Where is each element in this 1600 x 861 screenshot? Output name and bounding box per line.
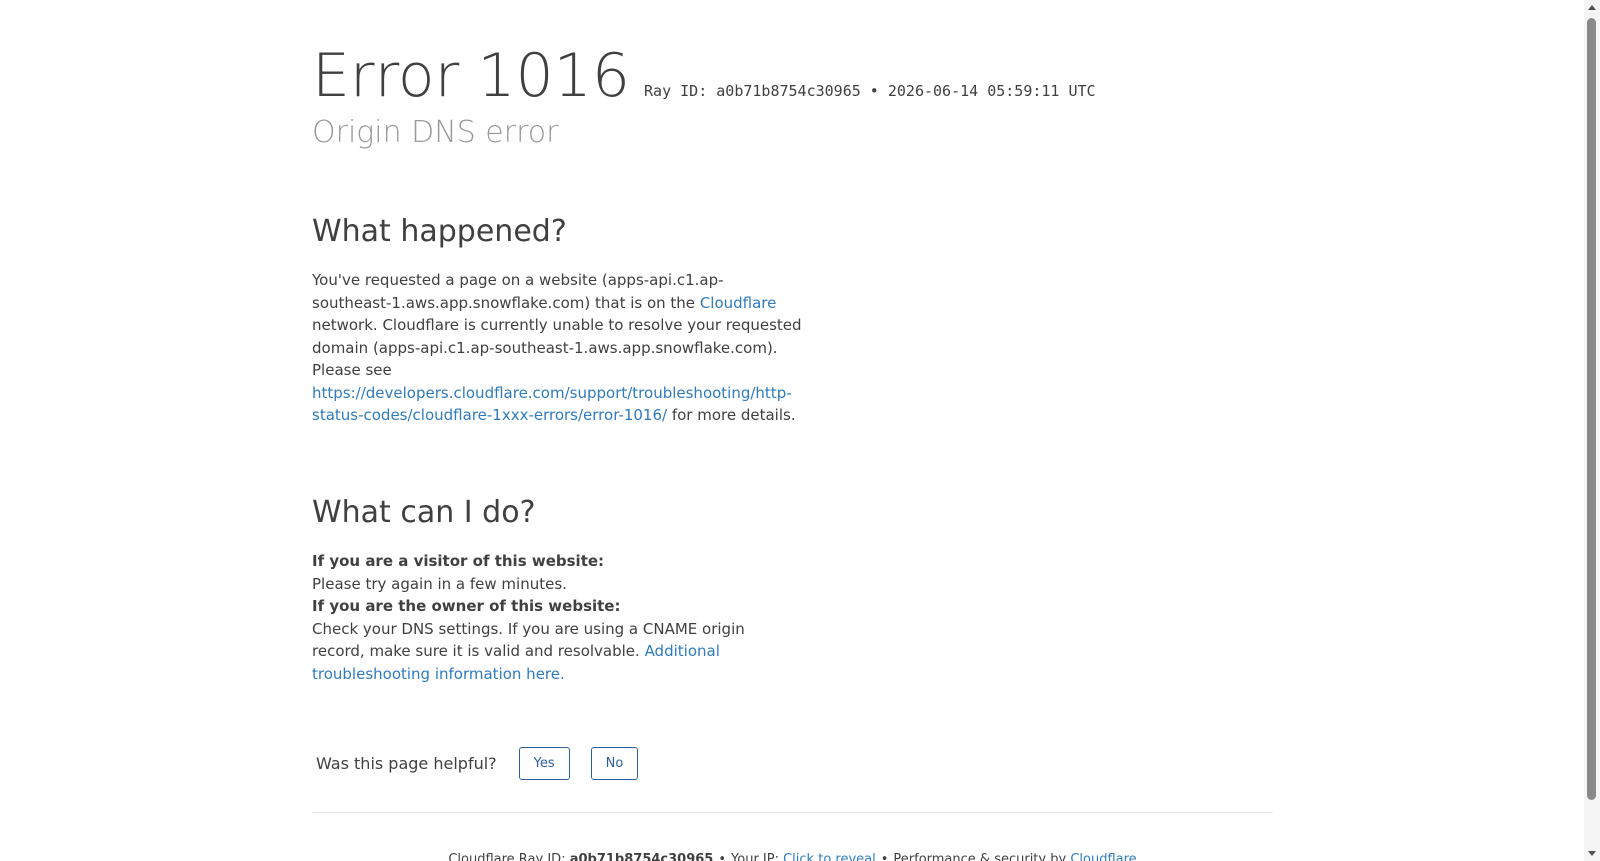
- footer-divider: [312, 812, 1273, 813]
- what-happened-text: You've requested a page on a website (ap…: [312, 269, 802, 427]
- footer-ip-label: Your IP:: [731, 852, 779, 861]
- what-happened-text-part1: You've requested a page on a website (ap…: [312, 271, 724, 312]
- feedback-no-button[interactable]: No: [590, 747, 639, 780]
- footer-perf-label: Performance & security by: [893, 852, 1067, 861]
- what-can-i-do-heading: What can I do?: [312, 495, 536, 530]
- more-details-text: for more details.: [667, 406, 796, 424]
- footer-ray-value: a0b71b8754c30965: [569, 852, 714, 861]
- footer-cloudflare-link[interactable]: Cloudflare: [1070, 852, 1136, 861]
- error-title: Error 1016: [312, 40, 630, 112]
- error-header: Error 1016 Ray ID: a0b71b8754c30965 • 2026…: [312, 40, 1096, 112]
- cloudflare-link[interactable]: Cloudflare: [700, 294, 777, 312]
- owner-text: Check your DNS settings. If you are usin…: [312, 618, 802, 686]
- what-can-i-do-section: What can I do? If you are a visitor of t…: [312, 494, 802, 685]
- error-subtitle: Origin DNS error: [312, 115, 559, 150]
- timestamp: 2026-06-14 05:59:11 UTC: [887, 82, 1096, 100]
- what-happened-text-part2: network. Cloudflare is currently unable …: [312, 316, 802, 357]
- error-word: Error: [312, 41, 460, 111]
- scrollbar-thumb[interactable]: [1587, 18, 1596, 800]
- feedback-question: Was this page helpful?: [316, 754, 497, 773]
- ray-id-header: Ray ID: a0b71b8754c30965 • 2026-06-14 05…: [644, 82, 1096, 100]
- scroll-up-arrow-icon[interactable]: [1588, 5, 1596, 10]
- ray-id-label: Ray ID: a0b71b8754c30965 •: [644, 82, 879, 100]
- footer-separator: •: [718, 852, 727, 861]
- footer-ray-label: Cloudflare Ray ID:: [448, 852, 566, 861]
- what-happened-heading: What happened?: [312, 214, 567, 249]
- owner-heading: If you are the owner of this website:: [312, 597, 621, 615]
- feedback-widget: Was this page helpful? Yes No: [316, 747, 659, 780]
- error-code: 1016: [477, 41, 631, 111]
- footer-separator: •: [880, 852, 889, 861]
- reveal-ip-link[interactable]: Click to reveal: [783, 852, 876, 861]
- scroll-down-arrow-icon[interactable]: [1588, 851, 1596, 856]
- error-page: Error 1016 Ray ID: a0b71b8754c30965 • 2026…: [0, 0, 1584, 861]
- visitor-text: Please try again in a few minutes.: [312, 574, 567, 593]
- vertical-scrollbar[interactable]: [1584, 0, 1600, 861]
- what-happened-section: What happened? You've requested a page o…: [312, 213, 802, 427]
- visitor-heading: If you are a visitor of this website:: [312, 552, 605, 570]
- please-see-text: Please see: [312, 361, 392, 379]
- feedback-yes-button[interactable]: Yes: [518, 747, 570, 780]
- footer: Cloudflare Ray ID: a0b71b8754c30965 • Your…: [312, 852, 1273, 861]
